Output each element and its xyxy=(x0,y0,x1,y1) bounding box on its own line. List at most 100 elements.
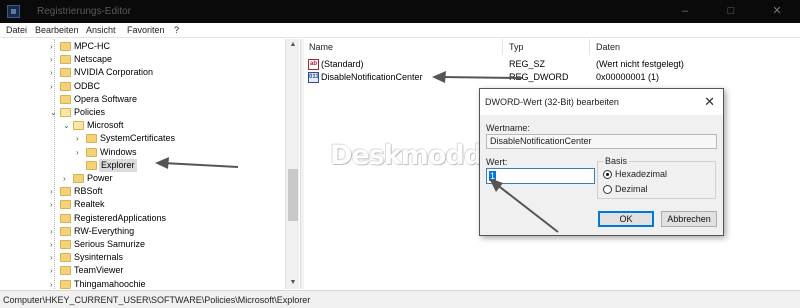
column-separator[interactable] xyxy=(589,39,590,55)
base-group: Basis Hexadezimal Dezimal xyxy=(597,156,716,199)
folder-icon xyxy=(60,108,71,117)
column-header-type[interactable]: Typ xyxy=(509,42,524,52)
menu-bearbeiten[interactable]: Bearbeiten xyxy=(35,25,79,35)
expand-chevron-icon[interactable]: › xyxy=(50,264,58,277)
tree-item-label: RW-Everything xyxy=(74,225,135,236)
folder-icon xyxy=(60,213,71,223)
tree-scrollbar[interactable]: ▲ ▼ xyxy=(285,39,299,289)
tree-item-label: SystemCertificates xyxy=(100,133,176,144)
scroll-up-arrow-icon[interactable]: ▲ xyxy=(286,39,300,51)
ok-button[interactable]: OK xyxy=(598,211,654,227)
dialog-title: DWORD-Wert (32-Bit) bearbeiten xyxy=(485,97,619,107)
expand-chevron-icon[interactable]: › xyxy=(50,80,58,93)
value-name: (Standard) xyxy=(321,59,364,69)
tree-item-label: Microsoft xyxy=(87,120,124,131)
tree-item-label: Windows xyxy=(100,146,137,157)
tree-item-label: MPC-HC xyxy=(74,41,110,51)
tree-item-label: Power xyxy=(87,173,113,183)
tree-item-label: Realtek xyxy=(74,199,105,210)
expand-chevron-icon[interactable]: › xyxy=(63,172,71,185)
string-value-icon: ab xyxy=(308,59,319,70)
radio-unselected-icon xyxy=(603,185,612,194)
tree-item-label: NVIDIA Corporation xyxy=(74,67,154,78)
registry-path: Computer\HKEY_CURRENT_USER\SOFTWARE\Poli… xyxy=(3,295,311,305)
expand-chevron-icon[interactable]: › xyxy=(50,278,58,289)
tree-item-label: Policies xyxy=(74,107,106,117)
expand-chevron-icon[interactable]: › xyxy=(50,40,58,53)
folder-icon xyxy=(60,253,71,263)
scroll-thumb[interactable] xyxy=(288,169,298,221)
folder-icon xyxy=(60,240,71,249)
close-button[interactable]: ✕ xyxy=(754,0,800,23)
value-data: (Wert nicht festgelegt) xyxy=(596,59,684,69)
menu-help[interactable]: ? xyxy=(174,25,179,35)
folder-icon xyxy=(60,68,71,78)
folder-icon xyxy=(60,55,71,65)
column-header-name[interactable]: Name xyxy=(309,42,333,52)
registry-tree: › MPC-HC › Netscape › NVIDIA Corporation › ODBC… xyxy=(0,39,300,289)
folder-icon xyxy=(60,226,71,236)
value-data-text: 1 xyxy=(489,171,497,181)
dialog-close-icon[interactable]: ✕ xyxy=(704,94,715,110)
expand-chevron-icon[interactable]: › xyxy=(50,198,58,211)
expand-chevron-icon[interactable]: › xyxy=(50,238,58,251)
column-separator[interactable] xyxy=(502,39,503,55)
title-bar: Registrierungs-Editor – □ ✕ xyxy=(0,0,800,23)
minimize-button[interactable]: – xyxy=(662,0,708,23)
expand-chevron-icon[interactable]: › xyxy=(50,185,58,198)
folder-icon xyxy=(60,279,71,289)
folder-icon xyxy=(60,266,71,276)
expand-chevron-icon[interactable]: ⌄ xyxy=(63,119,71,132)
regedit-app-icon xyxy=(7,5,20,18)
tree-item-label: TeamViewer xyxy=(74,265,124,276)
list-row[interactable]: ab (Standard) REG_SZ (Wert nicht festgel… xyxy=(304,58,800,71)
list-row[interactable]: 011 DisableNotificationCenter REG_DWORD … xyxy=(304,71,800,84)
value-data-label: Wert: xyxy=(486,157,508,167)
tree-item-label: Explorer xyxy=(99,158,137,172)
folder-icon xyxy=(60,200,71,210)
radio-decimal[interactable]: Dezimal xyxy=(603,184,703,195)
cancel-button[interactable]: Abbrechen xyxy=(661,211,717,227)
scroll-down-arrow-icon[interactable]: ▼ xyxy=(286,277,300,289)
expand-chevron-icon[interactable]: › xyxy=(76,132,84,145)
expand-chevron-icon[interactable]: › xyxy=(76,146,84,159)
tree-item-label: Sysinternals xyxy=(74,252,124,263)
tree-item-label: RBSoft xyxy=(74,186,103,197)
value-name: DisableNotificationCenter xyxy=(321,72,423,82)
tree-item-label: Thingamahoochie xyxy=(74,278,146,289)
tree-item-label: Opera Software xyxy=(74,93,138,104)
folder-icon xyxy=(60,42,71,51)
menu-datei[interactable]: Datei xyxy=(6,25,27,35)
edit-dword-dialog: DWORD-Wert (32-Bit) bearbeiten ✕ Wertnam… xyxy=(479,88,724,236)
menu-favoriten[interactable]: Favoriten xyxy=(127,25,165,35)
folder-icon xyxy=(60,81,71,91)
dialog-title-bar: DWORD-Wert (32-Bit) bearbeiten ✕ xyxy=(480,89,723,115)
menu-bar: Datei Bearbeiten Ansicht Favoriten ? xyxy=(0,23,800,38)
value-data: 0x00000001 (1) xyxy=(596,72,660,82)
tree-item-label: ODBC xyxy=(74,80,101,91)
maximize-button[interactable]: □ xyxy=(708,0,754,23)
status-bar: Computer\HKEY_CURRENT_USER\SOFTWARE\Poli… xyxy=(0,290,800,308)
folder-icon xyxy=(60,187,71,197)
radio-selected-icon xyxy=(603,170,612,179)
radio-hexadecimal[interactable]: Hexadezimal xyxy=(603,169,703,180)
value-type: REG_SZ xyxy=(509,59,546,69)
folder-icon xyxy=(60,94,71,104)
expand-chevron-icon[interactable]: › xyxy=(50,66,58,79)
expand-chevron-icon[interactable]: › xyxy=(50,53,58,66)
expand-chevron-icon[interactable]: › xyxy=(50,225,58,238)
value-data-input[interactable]: 1 xyxy=(486,168,595,184)
folder-icon xyxy=(73,174,84,183)
radio-decimal-label: Dezimal xyxy=(615,184,648,194)
menu-ansicht[interactable]: Ansicht xyxy=(86,25,116,35)
value-type: REG_DWORD xyxy=(509,72,569,82)
folder-icon xyxy=(86,147,97,157)
window-title: Registrierungs-Editor xyxy=(37,6,131,17)
expand-chevron-icon[interactable]: › xyxy=(50,251,58,264)
expand-chevron-icon[interactable]: ⌄ xyxy=(50,106,58,119)
column-header-data[interactable]: Daten xyxy=(596,42,620,52)
value-name-label: Wertname: xyxy=(486,123,530,133)
tree-item-label: Serious Samurize xyxy=(74,239,146,249)
folder-icon xyxy=(86,160,97,170)
radio-hexadecimal-label: Hexadezimal xyxy=(615,169,668,179)
